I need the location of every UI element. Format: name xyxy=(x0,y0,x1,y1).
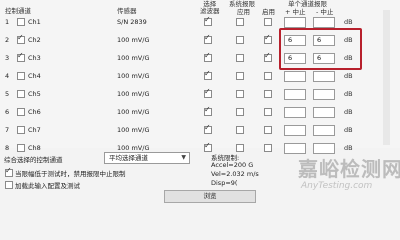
header-system-limit: 系统报限 xyxy=(229,0,255,8)
plus-abort-input[interactable] xyxy=(284,89,306,100)
channel-select-checkbox[interactable] xyxy=(17,108,25,116)
sensor-value: 100 mV/G xyxy=(117,72,150,80)
minus-abort-input[interactable] xyxy=(313,17,335,28)
sensor-value: 100 mV/G xyxy=(117,108,150,116)
minus-abort-input[interactable] xyxy=(313,89,335,100)
load-config-label: 加载此输入配置及测试 xyxy=(15,182,80,190)
enable-limit-checkbox[interactable] xyxy=(264,108,272,116)
watermark-text: 嘉峪检测网 xyxy=(298,157,400,181)
apply-limit-checkbox[interactable] xyxy=(236,36,244,44)
row-index: 6 xyxy=(5,108,10,116)
apply-limit-checkbox[interactable] xyxy=(236,108,244,116)
accel-limit: Accel=200 G xyxy=(211,161,254,169)
vertical-scrollbar[interactable] xyxy=(383,10,390,145)
table-row: 5 Ch5 100 mV/G dB xyxy=(0,85,372,103)
vel-limit: Vel=2.032 m/s xyxy=(211,170,259,178)
sensor-value: 100 mV/G xyxy=(117,54,150,62)
apply-limit-checkbox[interactable] xyxy=(236,72,244,80)
channel-name: Ch4 xyxy=(28,72,41,80)
unit-label: dB xyxy=(344,126,353,134)
combine-label: 综合选择的控制通道 xyxy=(4,156,63,164)
watermark-url: AnyTesting.com xyxy=(301,181,373,191)
row-index: 5 xyxy=(5,90,10,98)
channel-name: Ch2 xyxy=(28,36,41,44)
sensor-value: S/N 2839 xyxy=(117,18,147,26)
disp-limit: Disp=9( xyxy=(211,179,238,187)
limit-highlight-box xyxy=(279,28,362,70)
sensor-value: 100 mV/G xyxy=(117,90,150,98)
enable-limit-checkbox[interactable] xyxy=(264,90,272,98)
filter-checkbox[interactable] xyxy=(204,105,212,116)
row-index: 1 xyxy=(5,18,10,26)
minus-abort-input[interactable] xyxy=(313,107,335,118)
enable-limit-checkbox[interactable] xyxy=(264,72,272,80)
combine-select-value: 平均选择通道 xyxy=(109,154,148,162)
row-index: 2 xyxy=(5,36,10,44)
enable-limit-checkbox[interactable] xyxy=(264,144,272,152)
apply-limit-checkbox[interactable] xyxy=(236,18,244,26)
minus-abort-input[interactable] xyxy=(313,125,335,136)
unit-label: dB xyxy=(344,108,353,116)
plus-abort-input[interactable] xyxy=(284,125,306,136)
filter-checkbox[interactable] xyxy=(204,141,212,152)
apply-limit-checkbox[interactable] xyxy=(236,54,244,62)
filter-checkbox[interactable] xyxy=(204,87,212,98)
filter-checkbox[interactable] xyxy=(204,69,212,80)
channel-name: Ch6 xyxy=(28,108,41,116)
plus-abort-input[interactable] xyxy=(284,107,306,118)
disable-abort-label: 当限幅低于测试时，禁用报限中止限制 xyxy=(15,170,126,178)
combine-select[interactable]: 平均选择通道 ▼ xyxy=(104,152,190,164)
channel-select-checkbox[interactable] xyxy=(17,33,25,44)
channel-select-checkbox[interactable] xyxy=(17,126,25,134)
channel-table: 控制通道 传感器 选择 滤波器 系统报限 应用 启用 单个通道报限 + 中止 -… xyxy=(0,0,400,154)
channel-name: Ch7 xyxy=(28,126,41,134)
unit-label: dB xyxy=(344,90,353,98)
minus-abort-input[interactable] xyxy=(313,71,335,82)
load-config-checkbox[interactable] xyxy=(5,181,13,189)
channel-select-checkbox[interactable] xyxy=(17,144,25,152)
row-index: 7 xyxy=(5,126,10,134)
channel-name: Ch1 xyxy=(28,18,41,26)
apply-limit-checkbox[interactable] xyxy=(236,126,244,134)
disable-abort-checkbox[interactable] xyxy=(5,166,13,177)
apply-limit-checkbox[interactable] xyxy=(236,90,244,98)
browse-button[interactable]: 浏览 xyxy=(164,190,256,203)
header-channel-limit: 单个通道报限 xyxy=(288,0,327,8)
plus-abort-input[interactable] xyxy=(284,17,306,28)
enable-limit-checkbox[interactable] xyxy=(264,18,272,26)
channel-select-checkbox[interactable] xyxy=(17,18,25,26)
channel-select-checkbox[interactable] xyxy=(17,72,25,80)
filter-checkbox[interactable] xyxy=(204,51,212,62)
row-index: 4 xyxy=(5,72,10,80)
enable-limit-checkbox[interactable] xyxy=(264,33,272,44)
row-index: 3 xyxy=(5,54,10,62)
sensor-value: 100 mV/G xyxy=(117,36,150,44)
enable-limit-checkbox[interactable] xyxy=(264,51,272,62)
enable-limit-checkbox[interactable] xyxy=(264,126,272,134)
filter-checkbox[interactable] xyxy=(204,33,212,44)
filter-checkbox[interactable] xyxy=(204,123,212,134)
channel-select-checkbox[interactable] xyxy=(17,51,25,62)
channel-name: Ch3 xyxy=(28,54,41,62)
filter-checkbox[interactable] xyxy=(204,15,212,26)
plus-abort-input[interactable] xyxy=(284,71,306,82)
chevron-down-icon: ▼ xyxy=(181,154,186,161)
apply-limit-checkbox[interactable] xyxy=(236,144,244,152)
channel-select-checkbox[interactable] xyxy=(17,90,25,98)
sensor-value: 100 mV/G xyxy=(117,126,150,134)
table-row: 7 Ch7 100 mV/G dB xyxy=(0,121,372,139)
table-row: 6 Ch6 100 mV/G dB xyxy=(0,103,372,121)
channel-name: Ch5 xyxy=(28,90,41,98)
